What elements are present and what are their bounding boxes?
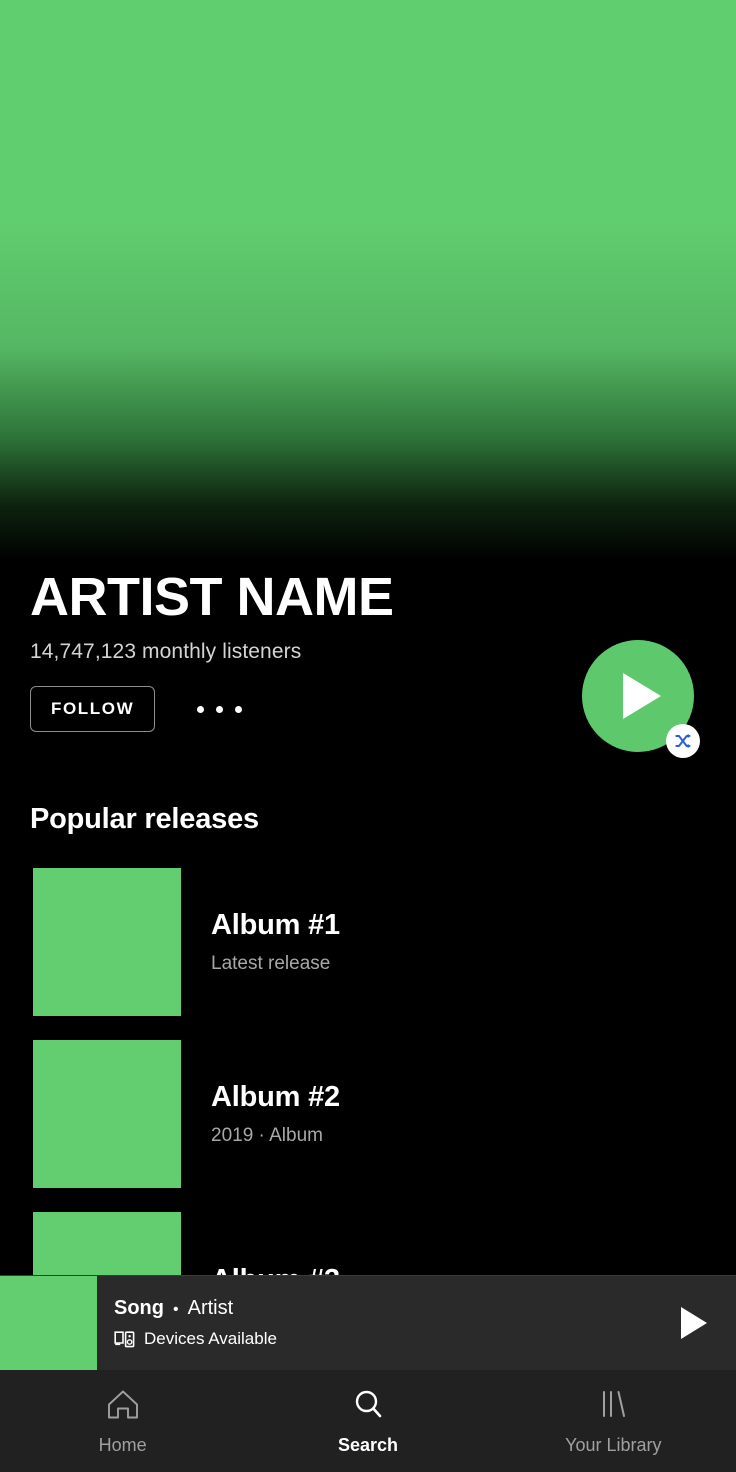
play-icon [681, 1307, 707, 1339]
artist-name: ARTIST NAME [30, 567, 394, 627]
now-playing-artist: Artist [187, 1297, 234, 1319]
now-playing-play-button[interactable] [652, 1276, 736, 1371]
now-playing-artwork [0, 1275, 97, 1371]
release-subtitle: 2019 · Album [211, 1125, 323, 1146]
release-subtitle: Latest release [211, 953, 331, 974]
release-row[interactable]: Album #2 2019 · Album [0, 1040, 736, 1188]
more-options-button[interactable] [197, 686, 243, 732]
separator-dot: • [173, 1301, 179, 1318]
spotify-artist-screen: ARTIST NAME 14,747,123 monthly listeners… [0, 0, 736, 1472]
album-art [33, 868, 181, 1016]
release-meta: Album #1 Latest release [211, 909, 340, 975]
follow-button[interactable]: FOLLOW [30, 686, 156, 733]
album-art [33, 1212, 181, 1275]
album-art [33, 1040, 181, 1188]
popular-releases-heading: Popular releases [30, 803, 259, 835]
devices-icon [114, 1330, 135, 1347]
nav-item-search[interactable]: Search [245, 1370, 490, 1472]
nav-label-search: Search [337, 1435, 399, 1455]
library-icon [603, 1391, 626, 1417]
release-meta: Album #2 2019 · Album [211, 1081, 340, 1147]
release-row[interactable]: Album #3 [0, 1212, 736, 1275]
home-icon [107, 1390, 138, 1419]
popular-releases-list: Album #1 Latest release Album #2 2019 · … [0, 868, 736, 1275]
dot-icon [235, 705, 243, 713]
play-fab-container [582, 640, 700, 758]
nav-item-home[interactable]: Home [0, 1370, 245, 1472]
shuffle-icon [675, 733, 691, 749]
devices-available-label: Devices Available [144, 1329, 277, 1348]
nav-label-home: Home [98, 1435, 147, 1455]
nav-item-your-library[interactable]: Your Library [491, 1370, 736, 1472]
scroll-content: ARTIST NAME 14,747,123 monthly listeners… [0, 0, 736, 1275]
search-icon [355, 1390, 382, 1418]
bottom-navigation: Home Search Your Library [0, 1370, 736, 1472]
release-title: Album #2 [211, 1081, 340, 1113]
now-playing-info: Song • Artist Devices Available [114, 1297, 652, 1349]
dot-icon [216, 705, 224, 713]
now-playing-bar[interactable]: Song • Artist Devices Available [0, 1275, 736, 1371]
devices-available-row[interactable]: Devices Available [114, 1329, 652, 1349]
shuffle-arrow-bottom [687, 743, 691, 749]
release-title: Album #1 [211, 909, 340, 941]
release-meta: Album #3 [211, 1264, 340, 1275]
shuffle-toggle-button[interactable] [666, 724, 700, 758]
dot-icon [197, 705, 205, 713]
nav-label-your-library: Your Library [565, 1435, 662, 1455]
now-playing-track-line: Song • Artist [114, 1297, 652, 1320]
play-icon [623, 673, 661, 719]
release-title: Album #3 [211, 1264, 340, 1275]
release-row[interactable]: Album #1 Latest release [0, 868, 736, 1016]
now-playing-song: Song [114, 1297, 164, 1319]
shuffle-arrow-top [687, 733, 691, 739]
